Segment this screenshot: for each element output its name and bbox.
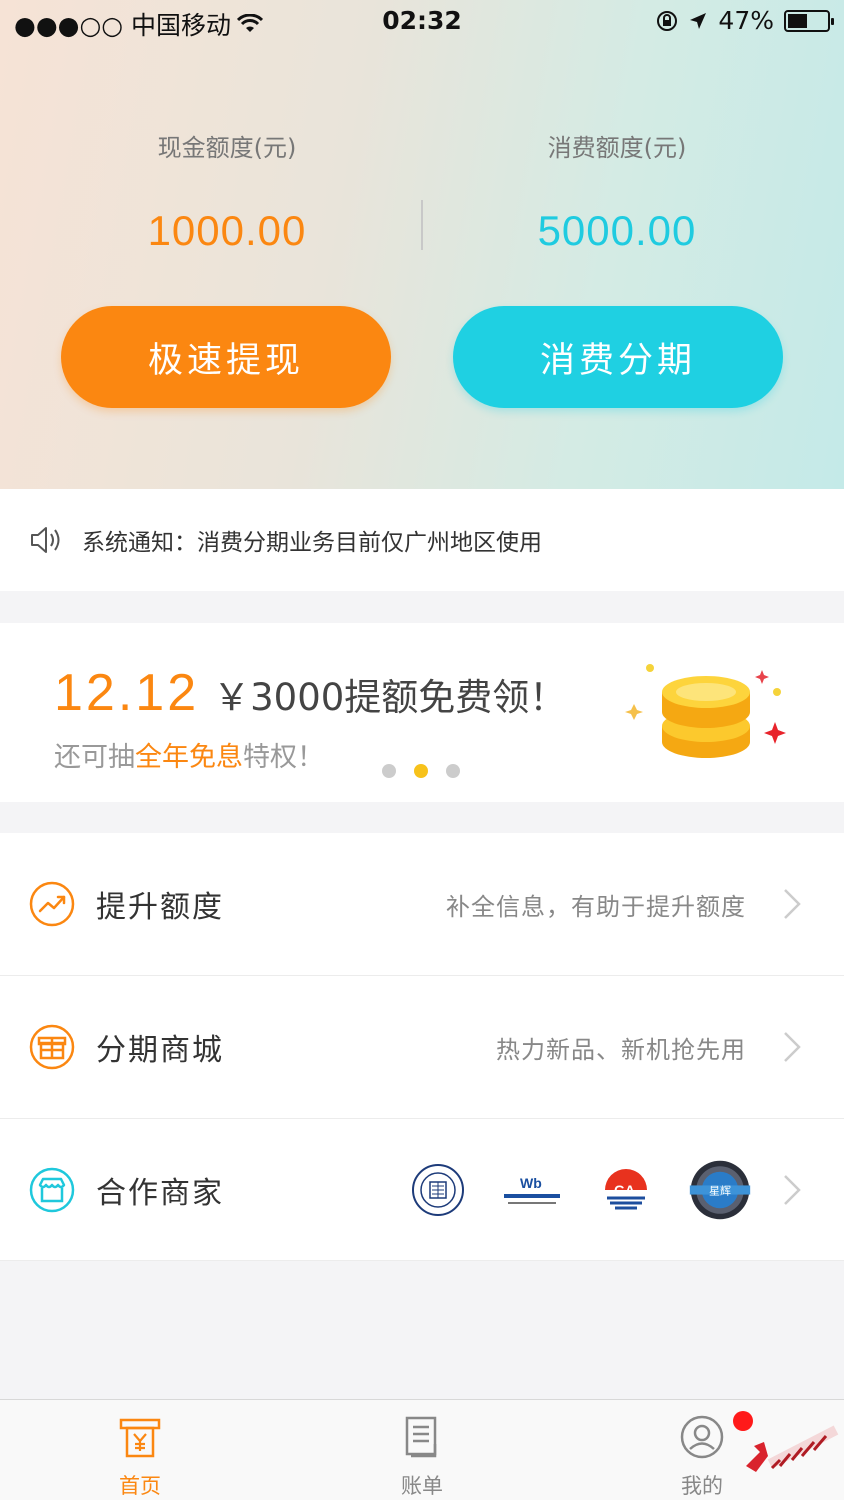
- chevron-right-icon: [784, 889, 801, 919]
- menu-hint: 热力新品、新机抢先用: [496, 1035, 746, 1064]
- web-english-logo-icon: Wb: [504, 1175, 560, 1204]
- seal-logo-icon: [412, 1163, 464, 1216]
- battery-percent: 47%: [718, 6, 774, 35]
- menu-title: 提升额度: [96, 890, 224, 925]
- gold-coins-icon: [625, 664, 786, 758]
- banner-headline: ￥3000提额免费领！: [213, 676, 567, 719]
- partner-logo-ga[interactable]: GA: [594, 1158, 658, 1222]
- banner-sub-highlight: 全年免息: [135, 742, 243, 773]
- home-yuan-icon: [119, 1418, 161, 1458]
- menu-item-partners[interactable]: 合作商家 Wb GA 星辉: [0, 1119, 844, 1261]
- banner-date: 12.12: [54, 664, 200, 722]
- watermark-logo-icon: [746, 1425, 839, 1472]
- quick-withdraw-button[interactable]: 极速提现: [61, 306, 391, 408]
- banner-sub-suffix: 特权！: [243, 742, 324, 773]
- partner-4-text: 星辉: [709, 1184, 731, 1197]
- battery-icon: [784, 9, 834, 32]
- menu-hint: 补全信息，有助于提升额度: [446, 892, 746, 921]
- consume-quota: 消费额度(元) 5000.00: [406, 128, 828, 255]
- bill-icon: [405, 1416, 437, 1458]
- tab-bill[interactable]: 账单: [362, 1400, 482, 1500]
- tab-bill-label: 账单: [401, 1474, 443, 1498]
- partner-3-text: GA: [614, 1182, 635, 1198]
- system-notice[interactable]: 系统通知：消费分期业务目前仅广州地区使用: [0, 489, 844, 591]
- store-icon: [29, 1167, 75, 1212]
- tab-home-label: 首页: [119, 1474, 161, 1498]
- user-icon: [680, 1415, 724, 1459]
- partner-logo-web-english[interactable]: Wb: [500, 1158, 564, 1222]
- rotation-lock-icon: [657, 10, 678, 31]
- menu-item-raise-limit[interactable]: 提升额度 补全信息，有助于提升额度: [0, 833, 844, 976]
- ga-logo-icon: GA: [605, 1168, 647, 1211]
- banner-subtitle: 还可抽全年免息特权！: [54, 735, 324, 774]
- location-icon: [690, 12, 707, 29]
- partner-logo-xinghui[interactable]: 星辉: [688, 1158, 752, 1222]
- chevron-right-icon: [784, 1032, 801, 1062]
- menu-list: 提升额度 补全信息，有助于提升额度 分期商城 热力新品、新机抢先用 合作商家 W…: [0, 833, 844, 1261]
- menu-item-installment-mall[interactable]: 分期商城 热力新品、新机抢先用: [0, 976, 844, 1119]
- tab-bar: 首页 账单 我的: [0, 1399, 844, 1500]
- speaker-icon: [31, 527, 60, 553]
- banner-pager[interactable]: [382, 764, 460, 778]
- notice-text: 系统通知：消费分期业务目前仅广州地区使用: [82, 530, 542, 556]
- gift-icon: [29, 1024, 75, 1070]
- consume-quota-label: 消费额度(元): [547, 134, 687, 162]
- consume-quota-value: 5000.00: [537, 207, 697, 254]
- menu-title: 合作商家: [96, 1175, 224, 1211]
- installment-button[interactable]: 消费分期: [453, 306, 783, 408]
- cash-quota: 现金额度(元) 1000.00: [16, 128, 438, 255]
- cash-quota-value: 1000.00: [147, 207, 307, 254]
- chevron-right-icon: [784, 1174, 801, 1205]
- pager-dot[interactable]: [446, 764, 460, 778]
- pager-dot[interactable]: [382, 764, 396, 778]
- banner-sub-prefix: 还可抽: [54, 742, 135, 773]
- pager-dot-active[interactable]: [414, 764, 428, 778]
- tab-home[interactable]: 首页: [80, 1400, 200, 1500]
- menu-title: 分期商城: [96, 1033, 224, 1068]
- trend-up-icon: [29, 881, 75, 927]
- cash-quota-label: 现金额度(元): [157, 134, 297, 162]
- gear-logo-icon: 星辉: [689, 1160, 751, 1219]
- partner-2-text: Wb: [520, 1175, 542, 1191]
- partner-logo-training-center[interactable]: [406, 1158, 470, 1222]
- partner-logos: Wb GA 星辉: [406, 1158, 752, 1222]
- status-bar: ●●●○○ 中国移动 02:32 47%: [0, 0, 844, 44]
